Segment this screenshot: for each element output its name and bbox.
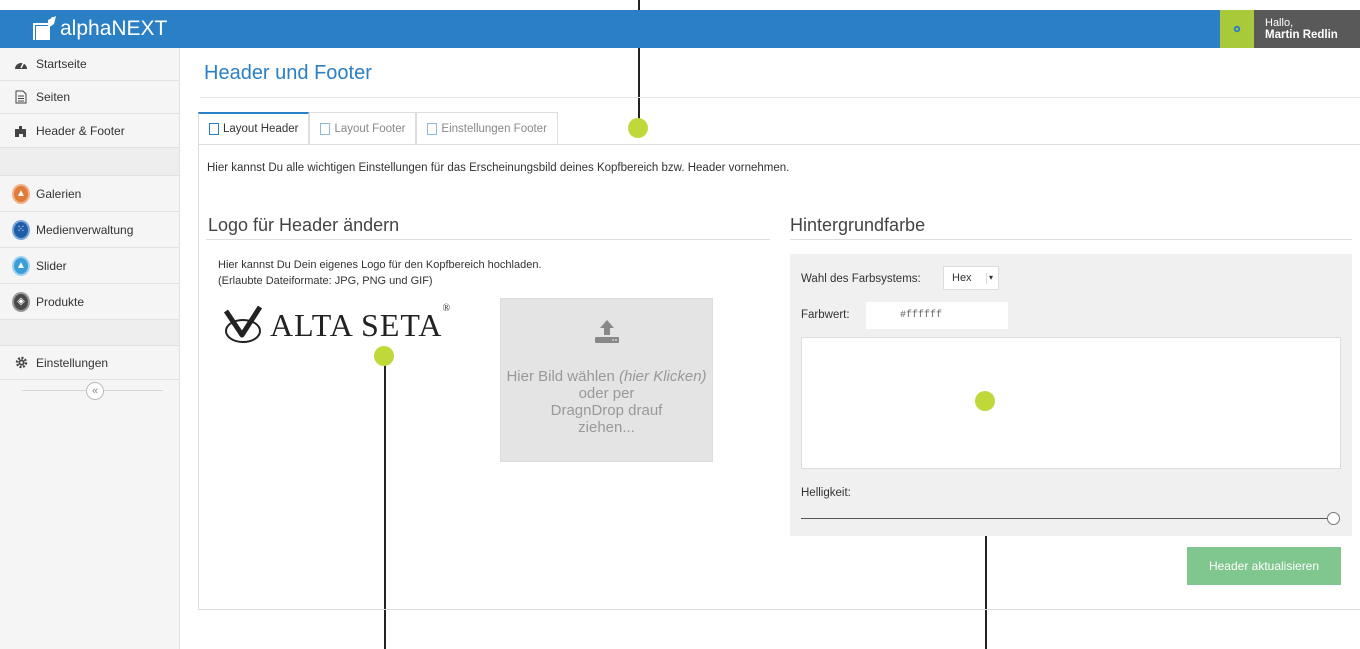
- logo-section-divider: [206, 239, 770, 240]
- sidebar-item-einstellungen[interactable]: Einstellungen: [0, 346, 179, 380]
- tab-einstellungen-footer[interactable]: Einstellungen Footer: [416, 112, 558, 144]
- sidebar-item-seiten[interactable]: Seiten: [0, 81, 179, 114]
- sidebar-item-slider[interactable]: ▲ Slider: [0, 248, 179, 284]
- tab-layout-header[interactable]: Layout Header: [198, 112, 310, 144]
- alphanext-logo-icon: [32, 16, 58, 42]
- brightness-label: Helligkeit:: [801, 487, 851, 499]
- tab-label: Layout Header: [223, 123, 299, 135]
- sidebar-item-header-footer[interactable]: Header & Footer: [0, 114, 179, 148]
- color-preview[interactable]: [801, 337, 1341, 469]
- tab-bar: Layout Header Layout Footer Einstellunge…: [198, 112, 558, 144]
- sidebar-item-label: Header & Footer: [36, 123, 125, 138]
- user-name: Martin Redlin: [1265, 29, 1338, 41]
- checkmark-logo-icon: [223, 305, 263, 343]
- sidebar-item-label: Seiten: [36, 90, 71, 104]
- sidebar-item-label: Galerien: [36, 186, 82, 201]
- brightness-slider-track[interactable]: [801, 518, 1327, 519]
- color-system-select[interactable]: Hex ▾: [943, 266, 999, 290]
- dropzone-line2: oder per DragnDrop drauf ziehen...: [550, 385, 663, 436]
- registered-mark: ®: [442, 302, 452, 314]
- chevron-down-icon: ▾: [986, 273, 995, 284]
- sidebar-item-produkte[interactable]: ◈ Produkte: [0, 284, 179, 320]
- collapse-sidebar-button[interactable]: «: [86, 382, 104, 400]
- logo-wordmark-text: ALTA SETA: [270, 306, 443, 343]
- bg-section-title: Hintergrundfarbe: [790, 215, 926, 235]
- title-divider: [200, 97, 1360, 98]
- grid-apps-icon: ⁙: [12, 219, 30, 240]
- puzzle-icon: [12, 122, 30, 140]
- page-title: Header und Footer: [204, 62, 372, 84]
- bg-section-divider: [790, 239, 1352, 240]
- sidebar-item-startseite[interactable]: Startseite: [0, 48, 179, 81]
- slider-icon: ▲: [12, 255, 30, 276]
- logo-wordmark: ALTA SETA®: [270, 303, 451, 344]
- current-logo: ALTA SETA®: [222, 303, 451, 345]
- box-icon: ◈: [12, 291, 30, 312]
- sidebar-item-label: Slider: [36, 258, 67, 273]
- top-bar: alphaNEXT Hallo, Martin Redlin: [0, 10, 1360, 48]
- callout-marker-logo: [374, 346, 394, 366]
- callout-marker-preview: [975, 391, 995, 411]
- app-name: alphaNEXT: [60, 17, 168, 40]
- document-icon: [320, 122, 331, 135]
- image-upload-dropzone[interactable]: Hier Bild wählen (hier Klicken) oder per…: [500, 298, 713, 462]
- gear-icon: [12, 354, 30, 372]
- greeting-text: Hallo,: [1265, 17, 1294, 29]
- upload-icon: [592, 316, 622, 346]
- user-greeting: Hallo, Martin Redlin: [1254, 10, 1360, 48]
- sidebar-separator: [0, 148, 179, 176]
- sidebar-item-label: Einstellungen: [36, 355, 109, 370]
- document-icon: [209, 123, 219, 135]
- color-system-label: Wahl des Farbsystems:: [801, 273, 921, 285]
- document-icon: [427, 122, 438, 135]
- dropzone-prompt: Hier Bild wählen: [506, 368, 615, 385]
- dropzone-click-hint: (hier Klicken): [619, 368, 707, 385]
- brightness-slider-thumb[interactable]: [1327, 512, 1340, 525]
- tachometer-icon: [12, 55, 30, 73]
- dropzone-line1: Hier Bild wählen (hier Klicken): [501, 368, 712, 385]
- color-value-input[interactable]: #ffffff: [866, 302, 1008, 329]
- sidebar-item-label: Medienverwaltung: [36, 222, 134, 237]
- gallery-icon: ▲: [12, 183, 30, 204]
- sidebar-item-label: Startseite: [36, 57, 87, 71]
- logo-section-title: Logo für Header ändern: [208, 215, 400, 235]
- sidebar-separator: [0, 320, 179, 346]
- color-value-label: Farbwert:: [801, 309, 850, 321]
- callout-marker-tabs: [628, 118, 648, 138]
- user-settings-gear-icon[interactable]: [1220, 10, 1254, 48]
- sidebar-collapse: «: [0, 380, 179, 402]
- logo-description: Hier kannst Du Dein eigenes Logo für den…: [218, 259, 542, 287]
- sidebar-item-medienverwaltung[interactable]: ⁙ Medienverwaltung: [0, 212, 179, 248]
- app-brand[interactable]: alphaNEXT: [32, 12, 167, 46]
- update-header-button[interactable]: Header aktualisieren: [1187, 547, 1341, 585]
- sidebar: Startseite Seiten Header & Footer ▲ Gale…: [0, 48, 180, 649]
- sidebar-item-label: Produkte: [36, 294, 85, 309]
- tab-label: Einstellungen Footer: [441, 122, 547, 135]
- color-system-value: Hex: [952, 272, 972, 284]
- user-menu[interactable]: Hallo, Martin Redlin: [1220, 10, 1360, 48]
- document-icon: [12, 88, 30, 106]
- tab-layout-footer[interactable]: Layout Footer: [309, 112, 417, 144]
- intro-text: Hier kannst Du alle wichtigen Einstellun…: [207, 162, 790, 174]
- tab-label: Layout Footer: [334, 122, 406, 135]
- sidebar-item-galerien[interactable]: ▲ Galerien: [0, 176, 179, 212]
